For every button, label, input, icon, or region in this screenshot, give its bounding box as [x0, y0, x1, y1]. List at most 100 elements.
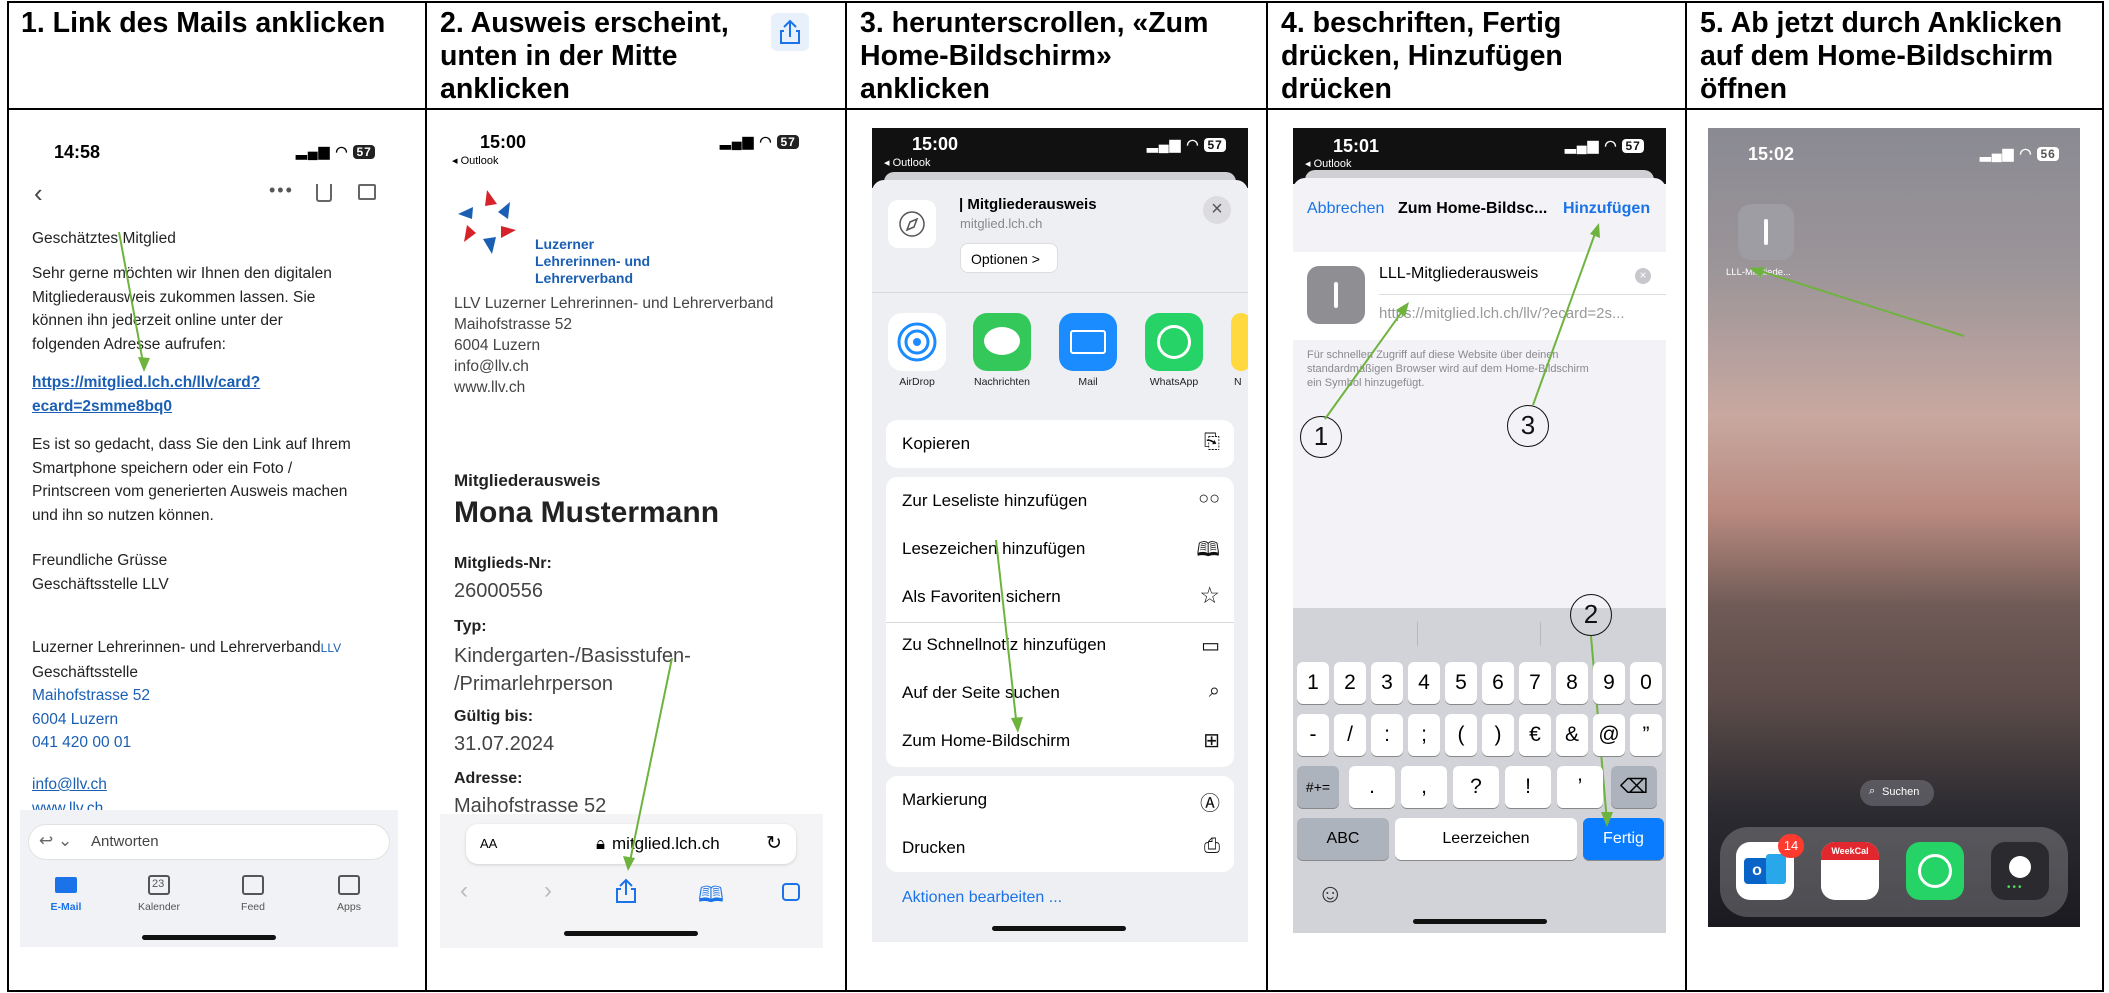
back-icon[interactable]: ‹ — [460, 877, 468, 905]
share-icon — [771, 13, 809, 51]
action-print[interactable]: Drucken — [902, 838, 965, 858]
keyboard-key[interactable]: 9 — [1593, 662, 1625, 704]
find-icon: ⌕ — [1208, 680, 1220, 702]
weekcal-app-icon[interactable]: WeekCal — [1821, 842, 1879, 900]
org-name: Luzerner Lehrerinnen- und Lehrerverband — [32, 639, 321, 656]
keyboard-key[interactable]: ’ — [1557, 766, 1603, 808]
action-bookmark[interactable]: Lesezeichen hinzufügen — [902, 539, 1085, 559]
email-link[interactable]: info@llv.ch — [32, 773, 107, 797]
tab-apps[interactable]: Apps — [319, 901, 379, 913]
delete-key-icon[interactable]: ⌫ — [1611, 766, 1657, 808]
add-button[interactable]: Hinzufügen — [1563, 200, 1650, 218]
keyboard-key[interactable]: 3 — [1371, 662, 1403, 704]
keyboard-key[interactable]: & — [1556, 714, 1588, 756]
tab-feed[interactable]: Feed — [223, 901, 283, 913]
mail-app-icon[interactable] — [1059, 313, 1117, 371]
search-pill[interactable]: ⌕ Suchen — [1860, 780, 1934, 806]
edit-actions-link[interactable]: Aktionen bearbeiten ... — [902, 889, 1062, 907]
quick-note-icon: ▭ — [1201, 635, 1220, 657]
valid-value: 31.07.2024 — [454, 733, 555, 755]
keyboard-key[interactable]: ” — [1630, 714, 1662, 756]
whatsapp-app-icon[interactable] — [1906, 842, 1964, 900]
back-to-outlook[interactable]: ◂ Outlook — [1305, 157, 1352, 170]
keyboard-key[interactable]: ) — [1482, 714, 1514, 756]
keyboard-key[interactable]: 7 — [1519, 662, 1551, 704]
keyboard-key[interactable]: , — [1401, 766, 1447, 808]
keyboard-key[interactable]: 5 — [1445, 662, 1477, 704]
keyboard-key[interactable]: ( — [1445, 714, 1477, 756]
reader-aa[interactable]: AA — [480, 836, 497, 851]
keyboard-key[interactable]: ? — [1453, 766, 1499, 808]
keyboard-key[interactable]: 0 — [1630, 662, 1662, 704]
safari-address-bar[interactable]: AA 🔒︎ mitglied.lch.ch ↻ — [466, 824, 796, 864]
ecard-link[interactable]: https://mitglied.lch.ch/llv/card? ecard=2… — [32, 371, 260, 418]
keyboard-key[interactable]: / — [1334, 714, 1366, 756]
notification-badge: 14 — [1778, 834, 1804, 858]
phone-add-home-screen: 15:01 ◂ Outlook ▂▄▆ ◠ 57 Abbrechen Zum H… — [1293, 128, 1666, 933]
action-quick-note[interactable]: Zu Schnellnotiz hinzufügen — [902, 635, 1106, 655]
url-text[interactable]: mitglied.lch.ch — [612, 834, 720, 854]
calendar-tab-icon[interactable]: 23 — [148, 875, 170, 895]
share-icon[interactable] — [615, 878, 637, 904]
keyboard-key[interactable]: 2 — [1334, 662, 1366, 704]
keyboard-key[interactable]: @ — [1593, 714, 1625, 756]
airdrop-icon[interactable] — [888, 313, 946, 371]
step-marker-1: 1 — [1300, 416, 1342, 458]
back-to-outlook[interactable]: ◂ Outlook — [884, 156, 931, 169]
space-key[interactable]: Leerzeichen — [1395, 818, 1577, 860]
markup-icon: Ⓐ — [1200, 793, 1220, 815]
tabs-icon[interactable] — [782, 883, 800, 901]
status-icons: ▂▄▆ ◠ 57 — [720, 133, 799, 150]
keyboard-key[interactable]: ! — [1505, 766, 1551, 808]
back-chevron-icon[interactable]: ‹ — [34, 178, 43, 209]
emoji-icon[interactable]: ☺ — [1317, 878, 1344, 909]
more-icon[interactable]: ••• — [269, 180, 294, 201]
keyboard-key[interactable]: 6 — [1482, 662, 1514, 704]
apps-tab-icon[interactable] — [338, 875, 360, 895]
clear-icon[interactable]: × — [1635, 268, 1651, 284]
name-input[interactable]: LLL-Mitgliederausweis — [1379, 265, 1538, 283]
card-label: Mitgliederausweis — [454, 471, 601, 490]
keyboard-key[interactable]: € — [1519, 714, 1551, 756]
notes-app-icon[interactable] — [1231, 313, 1248, 371]
status-icons: ▂▄▆ ◠ 57 — [1565, 137, 1644, 154]
password-app-icon[interactable]: ••• — [1991, 842, 2049, 900]
done-key[interactable]: Fertig — [1583, 818, 1664, 860]
action-markup[interactable]: Markierung — [902, 790, 987, 810]
trash-icon[interactable] — [316, 184, 332, 202]
llv-shortcut-icon[interactable] — [1738, 204, 1794, 260]
feed-tab-icon[interactable] — [242, 875, 264, 895]
reload-icon[interactable]: ↻ — [766, 832, 782, 855]
page-url: mitglied.lch.ch — [960, 216, 1043, 231]
action-add-to-home-screen[interactable]: Zum Home-Bildschirm — [902, 731, 1070, 751]
keyboard-key[interactable]: - — [1297, 714, 1329, 756]
whatsapp-app-icon[interactable] — [1145, 313, 1203, 371]
keyboard-key[interactable]: : — [1371, 714, 1403, 756]
keyboard-key[interactable]: 8 — [1556, 662, 1588, 704]
options-button[interactable]: Optionen > — [960, 243, 1058, 273]
step-header-3: 3. herunterscrollen, «Zum Home-Bildschirm… — [860, 7, 1209, 105]
mail-tab-icon[interactable] — [55, 877, 77, 893]
abc-key[interactable]: ABC — [1297, 818, 1389, 860]
back-to-outlook[interactable]: ◂ Outlook — [452, 154, 499, 167]
action-favorites[interactable]: Als Favoriten sichern — [902, 587, 1061, 607]
bookmarks-icon[interactable]: 🕮︎ — [698, 878, 724, 916]
tab-email[interactable]: E-Mail — [36, 901, 96, 913]
keyboard-key[interactable]: . — [1349, 766, 1395, 808]
shift-symbols-key[interactable]: #+= — [1297, 766, 1339, 808]
mail-greeting: Freundliche Grüsse Geschäftsstelle LLV — [32, 552, 169, 593]
keyboard-key[interactable]: 1 — [1297, 662, 1329, 704]
cancel-button[interactable]: Abbrechen — [1307, 200, 1384, 218]
action-copy[interactable]: Kopieren — [902, 434, 970, 454]
action-find-on-page[interactable]: Auf der Seite suchen — [902, 683, 1060, 703]
reply-bar[interactable]: ↩ ⌄ Antworten — [28, 824, 390, 860]
messages-app-icon[interactable] — [973, 313, 1031, 371]
action-reading-list[interactable]: Zur Leseliste hinzufügen — [902, 491, 1087, 511]
keyboard-key[interactable]: 4 — [1408, 662, 1440, 704]
suggestion-divider — [1540, 622, 1541, 646]
keyboard-key[interactable]: ; — [1408, 714, 1440, 756]
archive-icon[interactable] — [358, 184, 376, 200]
tab-calendar[interactable]: Kalender — [129, 901, 189, 913]
close-icon[interactable]: × — [1203, 196, 1231, 224]
forward-icon[interactable]: › — [544, 877, 552, 905]
